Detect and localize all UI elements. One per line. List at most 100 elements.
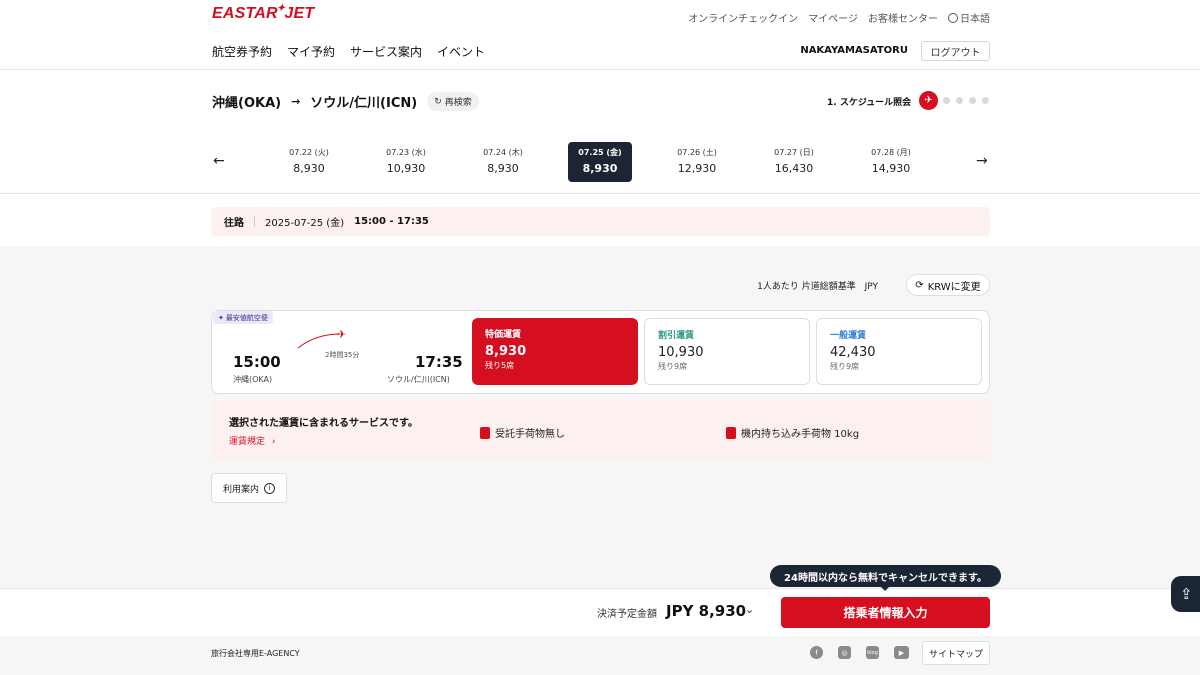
- date-tab-selected[interactable]: 07.25 (金) 8,930: [568, 142, 632, 182]
- mypage-link[interactable]: マイページ: [808, 10, 858, 25]
- airplane-step-icon: ✈: [919, 91, 938, 110]
- checked-baggage-item: 受託手荷物無し: [480, 425, 565, 440]
- route-summary: 沖縄(OKA) → ソウル/仁川(ICN) ↻ 再検索: [212, 92, 479, 111]
- destination-airport: ソウル/仁川(ICN): [310, 96, 418, 111]
- date-tab[interactable]: 07.23 (水) 10,930: [374, 142, 438, 182]
- carry-on-label: 機内持ち込み手荷物 10kg: [741, 429, 860, 440]
- divider: [254, 216, 255, 227]
- research-label: 再検索: [444, 98, 472, 108]
- fare-price: 8,930: [485, 344, 527, 359]
- step-label: 1. スケジュール照会: [827, 98, 912, 108]
- fare-rules-label: 運賃規定: [229, 437, 266, 447]
- fare-discount[interactable]: 割引運賃 10,930 残り9席: [644, 318, 810, 385]
- date-tab[interactable]: 07.28 (月) 14,930: [859, 142, 923, 182]
- sitemap-button[interactable]: サイトマップ: [922, 641, 990, 665]
- date-tab[interactable]: 07.27 (日) 16,430: [762, 142, 826, 182]
- date-tab-price: 8,930: [293, 162, 325, 175]
- date-tab-date: 07.27 (日): [774, 148, 814, 157]
- tooltip-arrow: [880, 586, 890, 591]
- chevron-right-icon: ›: [271, 437, 276, 447]
- step-dot: [943, 97, 950, 104]
- step-dot: [982, 97, 989, 104]
- online-checkin-link[interactable]: オンラインチェックイン: [688, 10, 798, 25]
- fare-seats: 残り9席: [830, 362, 860, 371]
- utility-nav: オンラインチェックイン マイページ お客様センター 日本語: [688, 10, 990, 25]
- step-dot: [969, 97, 976, 104]
- cheapest-flight-badge: ✦ 最安値航空便: [213, 311, 273, 324]
- blog-icon[interactable]: blog: [866, 646, 879, 659]
- nav-event[interactable]: イベント: [437, 43, 485, 60]
- nav-ticket-booking[interactable]: 航空券予約: [212, 43, 272, 60]
- facebook-icon[interactable]: f: [810, 646, 823, 659]
- date-tab-price: 8,930: [582, 162, 618, 175]
- usage-guide-button[interactable]: 利用案内 i: [211, 473, 287, 503]
- change-currency-label: KRWに変更: [927, 281, 981, 293]
- flight-duration: 2時間35分: [325, 351, 360, 359]
- outbound-date: 2025-07-25 (金): [265, 218, 345, 229]
- outbound-label: 往路: [224, 218, 244, 229]
- payment-amount[interactable]: JPY 8,930: [666, 602, 746, 620]
- backpack-icon: [726, 426, 736, 439]
- nav-service-guide[interactable]: サービス案内: [350, 43, 422, 60]
- fare-seats: 残り5席: [485, 361, 515, 370]
- fare-name: 特価運賃: [485, 330, 522, 340]
- language-selector[interactable]: 日本語: [948, 10, 990, 25]
- customer-center-link[interactable]: お客様センター: [868, 10, 938, 25]
- services-title: 選択された運賃に含まれるサービスです。: [229, 418, 418, 429]
- globe-icon: [948, 13, 958, 23]
- main-nav: 航空券予約 マイ予約 サービス案内 イベント: [212, 43, 485, 60]
- date-tab[interactable]: 07.22 (火) 8,930: [277, 142, 341, 182]
- outbound-time: 15:00 - 17:35: [354, 216, 429, 227]
- price-basis: 1人あたり 片道総額基準 JPY: [757, 279, 878, 292]
- dates-divider: [0, 193, 1200, 194]
- date-tab-date: 07.24 (木): [483, 148, 523, 157]
- suitcase-icon: [480, 426, 490, 439]
- language-label: 日本語: [960, 14, 990, 25]
- departure-airport: 沖縄(OKA): [233, 375, 273, 384]
- fare-rules-link[interactable]: 運賃規定 ›: [229, 434, 276, 447]
- arrival-airport: ソウル/仁川(ICN): [387, 375, 450, 384]
- fare-seats: 残り9席: [658, 362, 688, 371]
- date-tab[interactable]: 07.26 (土) 12,930: [665, 142, 729, 182]
- agency-link[interactable]: 旅行会社専用E-AGENCY: [211, 648, 300, 659]
- date-tab-date: 07.23 (水): [386, 148, 426, 157]
- logout-button[interactable]: ログアウト: [921, 41, 990, 61]
- info-icon: i: [264, 482, 275, 494]
- user-name: NAKAYAMASATORU: [800, 45, 908, 56]
- date-tab-price: 12,930: [677, 162, 717, 175]
- swap-icon: ⟳: [915, 279, 924, 291]
- fare-name: 一般運賃: [830, 331, 867, 341]
- fare-special[interactable]: 特価運賃 8,930 残り5席: [472, 318, 638, 385]
- date-tab-price: 10,930: [386, 162, 426, 175]
- youtube-icon[interactable]: ▶: [894, 646, 909, 659]
- date-tab-date: 07.25 (金): [578, 148, 622, 157]
- date-tab-price: 8,930: [487, 162, 519, 175]
- header-divider: [0, 69, 1200, 70]
- next-dates-arrow-icon[interactable]: →: [976, 153, 988, 169]
- change-currency-button[interactable]: ⟳ KRWに変更: [906, 274, 990, 296]
- research-button[interactable]: ↻ 再検索: [427, 92, 479, 111]
- currency-code: JPY: [864, 282, 878, 292]
- eastar-jet-logo[interactable]: EASTAR✦JET: [212, 3, 314, 23]
- nav-my-booking[interactable]: マイ予約: [287, 43, 335, 60]
- flight-path-icon: ✈: [297, 328, 346, 349]
- fare-price: 42,430: [830, 345, 876, 360]
- instagram-icon[interactable]: ◎: [838, 646, 851, 659]
- chevron-down-icon[interactable]: ⌄: [745, 603, 754, 616]
- date-tab[interactable]: 07.24 (木) 8,930: [471, 142, 535, 182]
- step-dot: [956, 97, 963, 104]
- carry-on-item: 機内持ち込み手荷物 10kg: [726, 425, 859, 440]
- footer: [0, 636, 1200, 675]
- payment-label: 決済予定金額: [597, 609, 657, 620]
- route-arrow-icon: →: [291, 95, 301, 108]
- fare-normal[interactable]: 一般運賃 42,430 残り9席: [816, 318, 982, 385]
- fare-price: 10,930: [658, 345, 704, 360]
- date-tab-price: 16,430: [774, 162, 814, 175]
- chat-share-icon[interactable]: ⇪: [1171, 576, 1200, 612]
- enter-passenger-info-button[interactable]: 搭乗者情報入力: [781, 597, 990, 628]
- included-services-panel: [211, 401, 990, 461]
- outbound-summary: 往路 2025-07-25 (金) 15:00 - 17:35: [211, 207, 990, 236]
- prev-dates-arrow-icon[interactable]: ←: [213, 153, 225, 169]
- usage-guide-label: 利用案内: [222, 484, 259, 495]
- fare-name: 割引運賃: [658, 331, 695, 341]
